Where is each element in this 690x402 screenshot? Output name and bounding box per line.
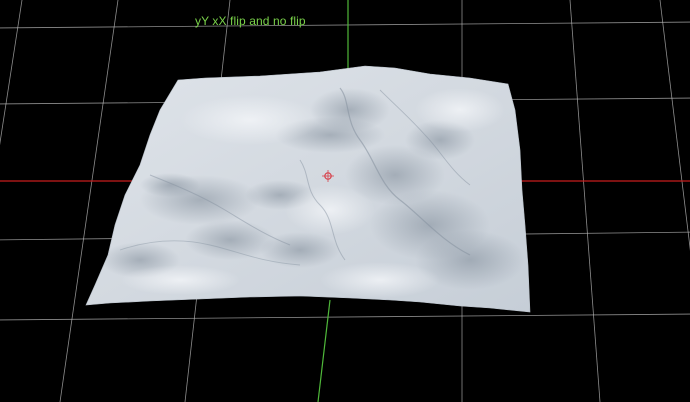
3d-viewport[interactable]: yY xX flip and no flip	[0, 0, 690, 402]
y-axis-line-bottom	[317, 299, 331, 402]
grid-line	[0, 0, 23, 146]
grid-line	[59, 0, 119, 402]
pivot-gizmo-icon[interactable]	[322, 170, 334, 182]
grid-line	[0, 313, 690, 321]
viewport-canvas[interactable]	[0, 0, 690, 402]
grid-line	[569, 0, 601, 402]
viewport-label: yY xX flip and no flip	[195, 14, 306, 28]
grid-line	[659, 0, 690, 251]
grid-line	[0, 21, 690, 29]
